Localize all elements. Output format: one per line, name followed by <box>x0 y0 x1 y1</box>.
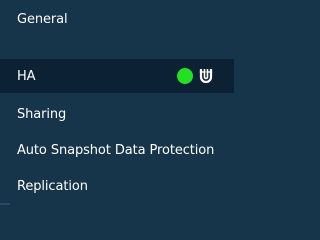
menu-item-replication[interactable]: Replication <box>0 169 234 203</box>
ha-status-group <box>177 67 214 85</box>
settings-menu: General HA Sharing Auto Snapshot Data Pr… <box>0 0 234 205</box>
menu-item-auto-snapshot-data-protection[interactable]: Auto Snapshot Data Protection <box>0 133 234 167</box>
magnet-icon <box>199 69 213 84</box>
menu-item-ha[interactable]: HA <box>0 59 234 93</box>
menu-item-general[interactable]: General <box>0 2 234 36</box>
menu-item-sharing[interactable]: Sharing <box>0 97 234 131</box>
menu-item-label: HA <box>17 68 36 84</box>
menu-item-label: Replication <box>17 178 88 194</box>
menu-item-label: Sharing <box>17 106 67 122</box>
menu-item-label: Auto Snapshot Data Protection <box>17 142 215 158</box>
green-dot-icon <box>177 68 193 84</box>
menu-item-label: General <box>17 11 68 27</box>
panel-edge <box>0 203 10 205</box>
